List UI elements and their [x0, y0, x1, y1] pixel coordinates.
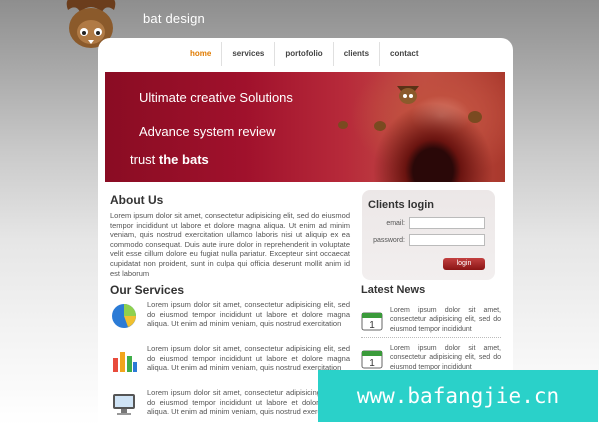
- calendar-icon: 1: [361, 312, 383, 331]
- main-nav: home services portofolio clients contact: [180, 42, 429, 66]
- login-box: Clients login email: password: login: [362, 190, 495, 280]
- bat-icon: [374, 121, 386, 131]
- calendar-day: 1: [369, 358, 375, 369]
- banner-line-3-prefix: trust: [130, 152, 159, 167]
- services-title: Our Services: [110, 283, 185, 297]
- service-item: Lorem ipsum dolor sit amet, consectetur …: [110, 344, 350, 382]
- password-field[interactable]: [409, 234, 485, 246]
- monitor-icon: [113, 394, 135, 415]
- news-text: Lorem ipsum dolor sit amet, consectetur …: [390, 345, 501, 371]
- login-button[interactable]: login: [443, 258, 485, 270]
- hero-banner: Ultimate creative Solutions Advance syst…: [105, 72, 505, 182]
- watermark-banner: www.bafangjie.cn: [318, 370, 598, 422]
- banner-line-2: Advance system review: [139, 124, 276, 139]
- service-item: Lorem ipsum dolor sit amet, consectetur …: [110, 388, 350, 426]
- service-text: Lorem ipsum dolor sit amet, consectetur …: [147, 344, 350, 373]
- site-title: bat design: [143, 11, 205, 26]
- nav-item-services[interactable]: services: [222, 42, 276, 66]
- cave-illustration: [345, 72, 505, 182]
- about-title: About Us: [110, 193, 164, 207]
- email-label: email:: [386, 220, 405, 227]
- nav-item-clients[interactable]: clients: [334, 42, 381, 66]
- news-item[interactable]: 1 Lorem ipsum dolor sit amet, consectetu…: [361, 306, 501, 338]
- email-field[interactable]: [409, 217, 485, 229]
- news-text: Lorem ipsum dolor sit amet, consectetur …: [390, 307, 501, 333]
- nav-item-portofolio[interactable]: portofolio: [275, 42, 334, 66]
- login-title: Clients login: [368, 199, 434, 211]
- about-text: Lorem ipsum dolor sit amet, consectetur …: [110, 211, 350, 278]
- service-item: Lorem ipsum dolor sit amet, consectetur …: [110, 300, 350, 338]
- bat-icon: [397, 86, 419, 104]
- bat-icon: [468, 111, 482, 123]
- banner-line-3: trust the bats: [130, 152, 209, 167]
- news-title: Latest News: [361, 284, 426, 296]
- banner-line-3-bold: the bats: [158, 152, 209, 167]
- calendar-day: 1: [369, 320, 375, 331]
- calendar-icon: 1: [361, 350, 383, 369]
- pie-chart-icon: [112, 304, 136, 328]
- nav-item-home[interactable]: home: [180, 42, 223, 66]
- nav-item-contact[interactable]: contact: [380, 42, 428, 66]
- banner-line-1: Ultimate creative Solutions: [139, 90, 293, 105]
- password-label: password:: [373, 237, 405, 244]
- bar-chart-icon: [113, 352, 137, 372]
- service-text: Lorem ipsum dolor sit amet, consectetur …: [147, 300, 350, 329]
- bat-icon: [338, 121, 348, 129]
